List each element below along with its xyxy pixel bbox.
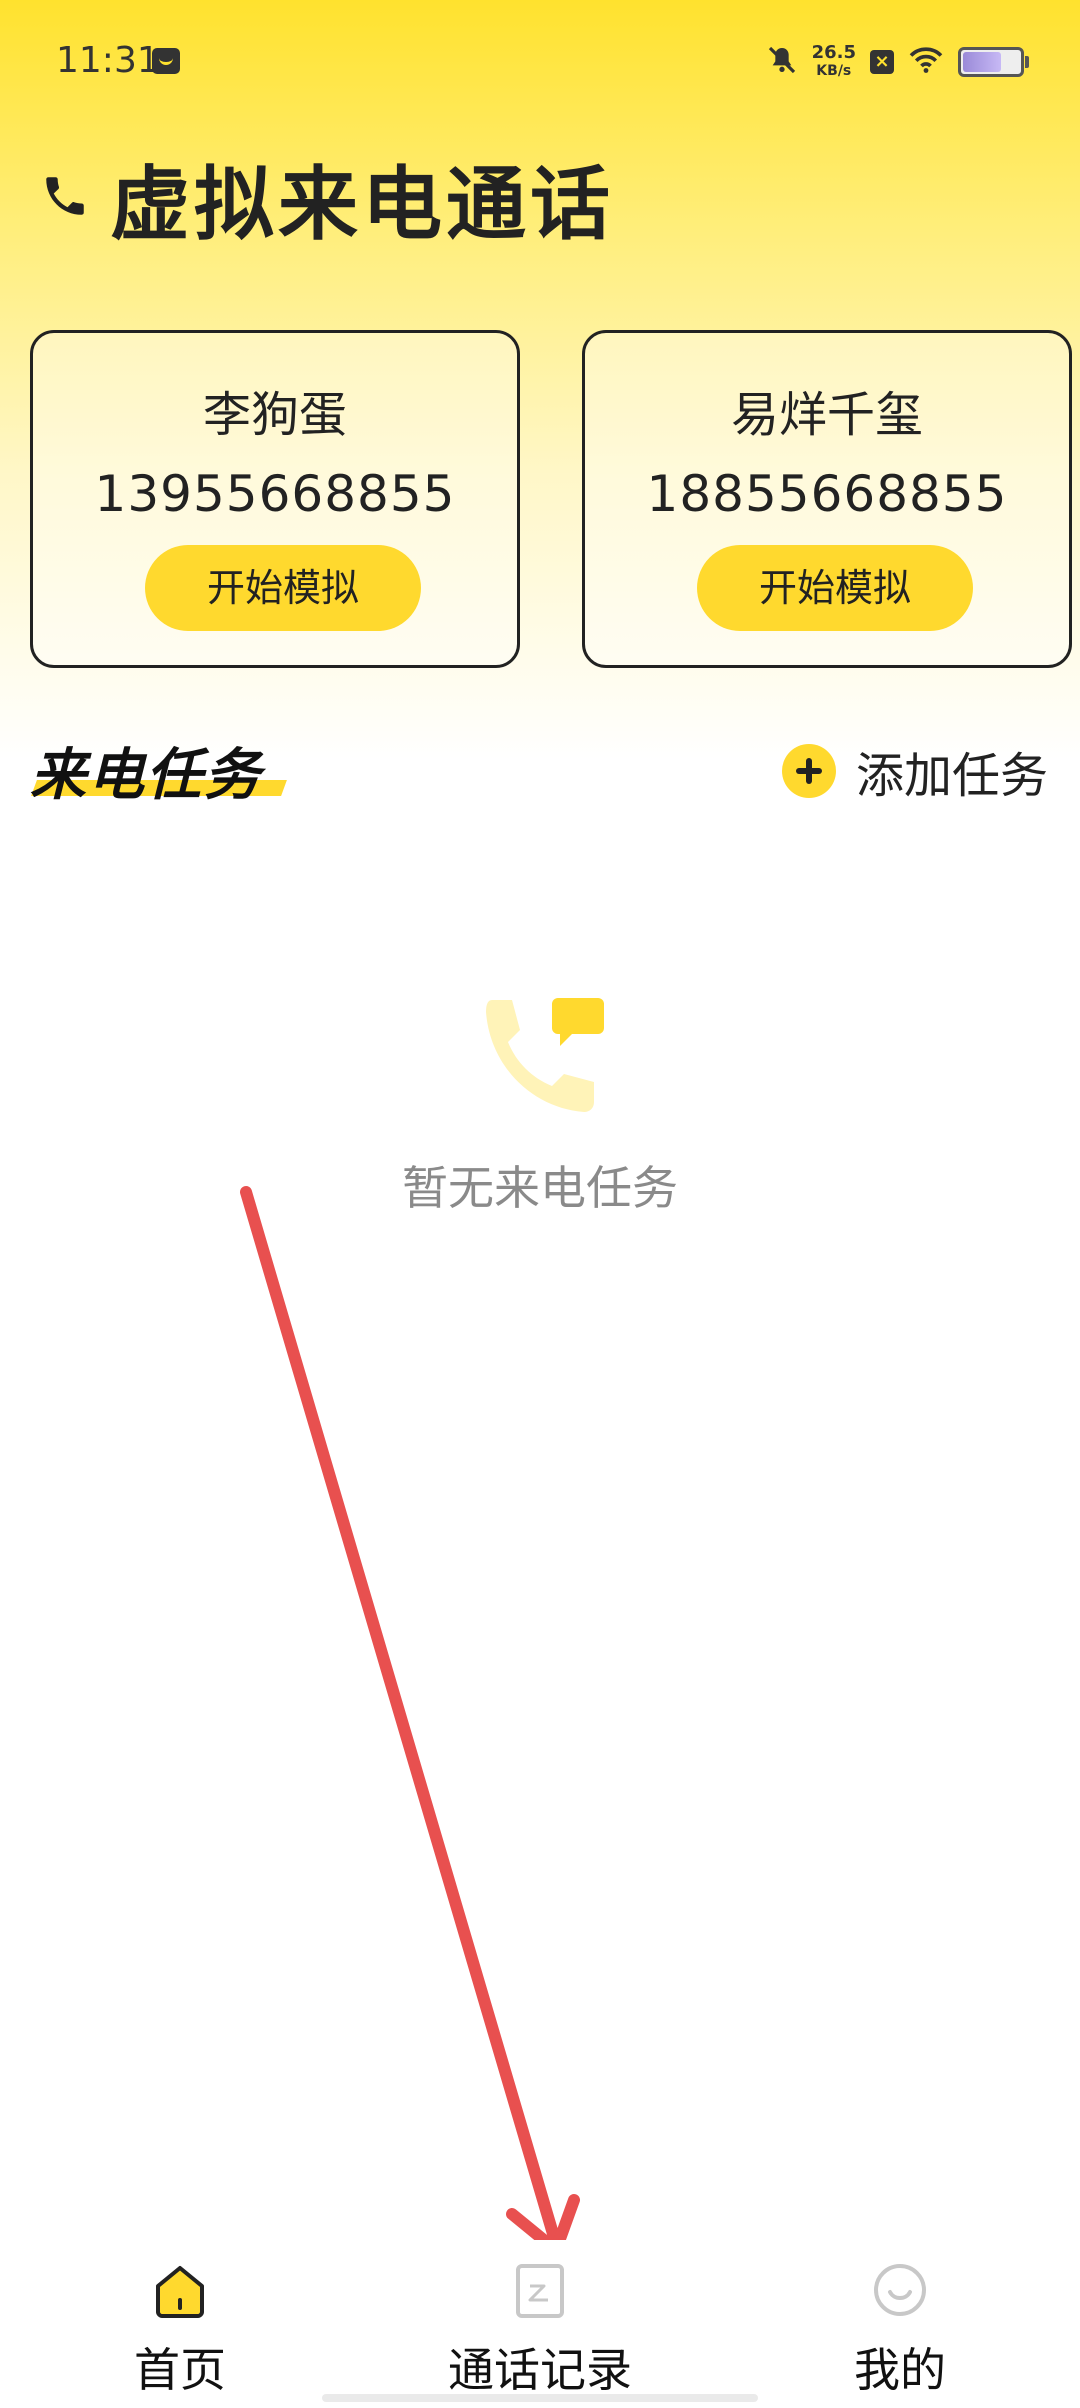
bell-muted-icon	[766, 44, 798, 80]
no-sim-icon: ×	[870, 50, 894, 74]
section-title: 来电任务	[30, 743, 262, 808]
title-row: 虚拟来电通话	[40, 140, 614, 256]
contact-cards: 李狗蛋 13955668855 开始模拟 易烊千玺 18855668855 开始…	[30, 330, 1080, 670]
status-icons: 26.5 KB/s ×	[766, 40, 1029, 84]
page-title: 虚拟来电通话	[110, 158, 614, 251]
nav-label-profile: 我的	[854, 2343, 946, 2397]
battery-icon	[958, 47, 1029, 77]
nav-item-profile[interactable]: 我的	[770, 2260, 1030, 2400]
contact-card: 易烊千玺 18855668855 开始模拟	[582, 330, 1072, 668]
call-log-icon	[510, 2260, 570, 2320]
add-task-button[interactable]: 添加任务	[781, 736, 1048, 806]
home-indicator[interactable]	[322, 2394, 758, 2402]
profile-icon	[870, 2260, 930, 2320]
start-simulation-button[interactable]: 开始模拟	[697, 545, 973, 631]
home-icon	[150, 2260, 210, 2320]
nav-item-call-log[interactable]: 通话记录	[410, 2260, 670, 2400]
contact-name: 易烊千玺	[730, 387, 923, 443]
status-time: 11:31	[56, 40, 160, 81]
wifi-icon	[908, 45, 944, 79]
start-simulation-button[interactable]: 开始模拟	[145, 545, 421, 631]
add-task-label: 添加任务	[855, 748, 1048, 804]
add-icon	[781, 744, 836, 798]
nav-label-home: 首页	[134, 2343, 226, 2397]
bottom-nav: 首页 通话记录 我的	[0, 2240, 1080, 2408]
empty-call-icon	[472, 990, 608, 1120]
contact-number: 18855668855	[646, 465, 1008, 523]
nav-label-call-log: 通话记录	[448, 2343, 632, 2397]
phone-icon	[40, 171, 90, 225]
contact-number: 13955668855	[94, 465, 456, 523]
notification-bag-icon	[152, 48, 180, 74]
status-bar: 11:31 26.5 KB/s ×	[0, 0, 1080, 120]
empty-state-text: 暂无来电任务	[402, 1161, 678, 1215]
nav-item-home[interactable]: 首页	[50, 2260, 310, 2400]
network-speed: 26.5 KB/s	[811, 42, 856, 80]
contact-name: 李狗蛋	[202, 387, 347, 443]
contact-card: 李狗蛋 13955668855 开始模拟	[30, 330, 520, 668]
